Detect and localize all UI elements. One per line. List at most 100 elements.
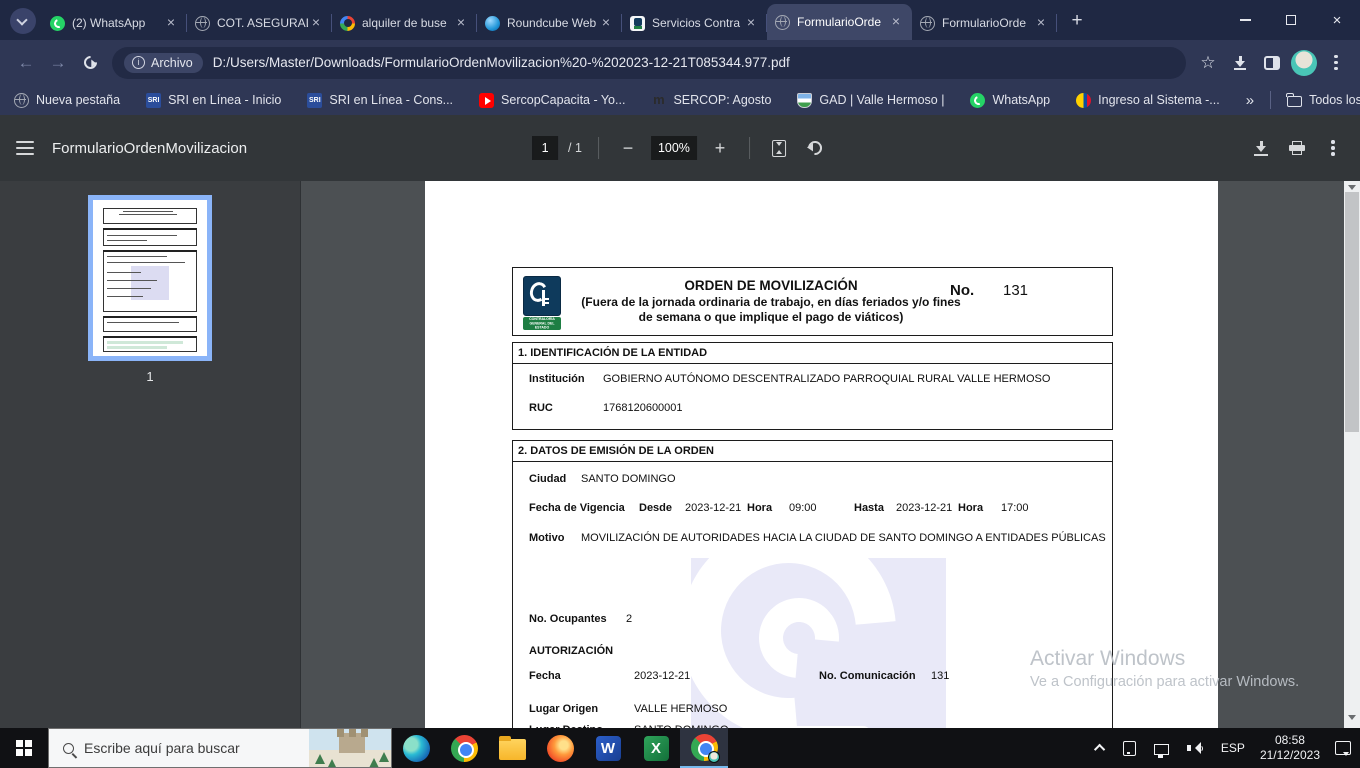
bookmarks-overflow-button[interactable]: » (1246, 92, 1254, 109)
scrollbar-thumb[interactable] (1345, 192, 1359, 432)
close-icon[interactable]: × (598, 15, 614, 31)
clock-time: 08:58 (1274, 733, 1305, 747)
tab-roundcube[interactable]: Roundcube Web × (477, 6, 622, 40)
side-panel-button[interactable] (1256, 47, 1288, 79)
tray-volume-button[interactable] (1178, 728, 1212, 768)
close-icon[interactable]: × (1033, 15, 1049, 31)
tab-alquiler-buses[interactable]: alquiler de buse × (332, 6, 477, 40)
pdf-download-button[interactable] (1248, 135, 1274, 161)
taskbar-firefox[interactable] (536, 728, 584, 768)
tab-formulario-2[interactable]: FormularioOrde × (912, 6, 1057, 40)
page-number-input[interactable]: 1 (532, 136, 559, 160)
language-indicator[interactable]: ESP (1212, 728, 1254, 768)
cge-watermark (691, 558, 946, 728)
institucion-value: GOBIERNO AUTÓNOMO DESCENTRALIZADO PARROQ… (603, 373, 1051, 385)
maximize-button[interactable] (1268, 0, 1314, 40)
tray-expand-button[interactable] (1088, 728, 1114, 768)
maximize-icon (1286, 15, 1296, 25)
taskbar-edge[interactable] (392, 728, 440, 768)
close-icon[interactable]: × (163, 15, 179, 31)
close-icon[interactable]: × (308, 15, 324, 31)
ruc-label: RUC (529, 402, 553, 414)
bookmark-sercopcapacita[interactable]: SercopCapacita - Yo... (479, 92, 625, 108)
browser-menu-button[interactable] (1320, 47, 1352, 79)
minimize-button[interactable] (1222, 0, 1268, 40)
forward-button[interactable]: → (42, 47, 74, 79)
minimize-icon (1239, 19, 1251, 21)
scrollbar[interactable] (1344, 181, 1360, 728)
bookmark-nueva-pestana[interactable]: Nueva pestaña (14, 92, 120, 108)
print-icon (1289, 141, 1305, 155)
tab-cot-asegurad[interactable]: COT. ASEGURAD × (187, 6, 332, 40)
taskbar-excel[interactable]: X (632, 728, 680, 768)
sri-icon: SRI (146, 92, 162, 108)
file-chip[interactable]: i Archivo (124, 52, 203, 73)
zoom-level-input[interactable]: 100% (650, 136, 697, 160)
profile-mini-avatar (708, 751, 720, 763)
tab-whatsapp[interactable]: (2) WhatsApp × (42, 6, 187, 40)
globe-icon (920, 15, 935, 31)
file-explorer-icon (498, 735, 526, 760)
reload-button[interactable] (74, 47, 106, 79)
tray-device-button[interactable] (1114, 728, 1145, 768)
start-button[interactable] (0, 728, 48, 768)
divider (748, 137, 750, 159)
cge-logo: CONTRALORÍA GENERAL DEL ESTADO (523, 276, 561, 330)
bookmark-sri-consultas[interactable]: SRI SRI en Línea - Cons... (307, 92, 453, 108)
back-button[interactable]: ← (10, 47, 42, 79)
rotate-button[interactable] (802, 135, 828, 161)
bookmark-gad-valle-hermoso[interactable]: GAD | Valle Hermoso | (797, 92, 945, 108)
taskbar-word[interactable]: W (584, 728, 632, 768)
address-bar[interactable]: i Archivo D:/Users/Master/Downloads/Form… (112, 46, 1186, 79)
pdf-print-button[interactable] (1284, 135, 1310, 161)
profile-button[interactable] (1288, 47, 1320, 79)
comunicacion-label: No. Comunicación (819, 670, 916, 682)
pdf-menu-button[interactable] (16, 141, 34, 155)
taskbar-file-explorer[interactable] (488, 728, 536, 768)
taskbar-clock[interactable]: 08:58 21/12/2023 (1254, 728, 1326, 768)
tab-label: FormularioOrde (797, 15, 882, 29)
section-2-box: 2. DATOS DE EMISIÓN DE LA ORDEN Ciudad S… (512, 440, 1113, 728)
order-number-label: No. (950, 282, 975, 299)
close-icon[interactable]: × (453, 15, 469, 31)
zoom-in-button[interactable]: + (707, 135, 733, 161)
tray-network-button[interactable] (1145, 728, 1178, 768)
bookmarks-bar: Nueva pestaña SRI SRI en Línea - Inicio S… (0, 85, 1360, 115)
taskbar-chrome-active[interactable] (680, 728, 728, 768)
edge-icon (402, 734, 430, 762)
window-controls: × (1222, 0, 1360, 40)
bookmark-sercop-agosto[interactable]: m SERCOP: Agosto (651, 92, 771, 108)
zoom-out-button[interactable]: − (615, 135, 641, 161)
fit-page-button[interactable] (766, 135, 792, 161)
notification-icon (1335, 741, 1351, 756)
bookmark-label: GAD | Valle Hermoso | (819, 93, 945, 107)
tab-servicios-contratacion[interactable]: Servicios Contra × (622, 6, 767, 40)
all-bookmarks-button[interactable]: Todos los marcadores (1286, 92, 1360, 107)
document-title: ORDEN DE MOVILIZACIÓN (684, 278, 858, 293)
tab-search-button[interactable] (10, 8, 36, 34)
action-center-button[interactable] (1326, 728, 1360, 768)
bookmark-star-button[interactable]: ☆ (1192, 47, 1224, 79)
bookmark-whatsapp[interactable]: WhatsApp (970, 92, 1050, 108)
close-window-button[interactable]: × (1314, 0, 1360, 40)
fecha-value: 2023-12-21 (634, 670, 691, 682)
bookmark-sri-inicio[interactable]: SRI SRI en Línea - Inicio (146, 92, 281, 108)
scroll-down-arrow[interactable] (1348, 715, 1356, 724)
ciudad-value: SANTO DOMINGO (581, 473, 676, 485)
page-thumbnail[interactable] (88, 195, 212, 361)
ocupantes-label: No. Ocupantes (529, 613, 607, 625)
search-icon (63, 742, 74, 754)
downloads-button[interactable] (1224, 47, 1256, 79)
close-icon[interactable]: × (743, 15, 759, 31)
close-icon[interactable]: × (888, 14, 904, 30)
desde-label: Desde (639, 502, 673, 514)
new-tab-button[interactable]: + (1063, 8, 1091, 36)
section-1-box: 1. IDENTIFICACIÓN DE LA ENTIDAD Instituc… (512, 342, 1113, 430)
pdf-more-button[interactable] (1320, 135, 1346, 161)
bookmark-ingreso-sistema[interactable]: Ingreso al Sistema -... (1076, 92, 1220, 108)
hora2-value: 17:00 (1001, 502, 1029, 514)
taskbar-chrome[interactable] (440, 728, 488, 768)
tab-formulario-active[interactable]: FormularioOrde × (767, 4, 912, 40)
taskbar-search[interactable]: Escribe aquí para buscar (48, 728, 392, 768)
word-icon: W (595, 735, 621, 761)
